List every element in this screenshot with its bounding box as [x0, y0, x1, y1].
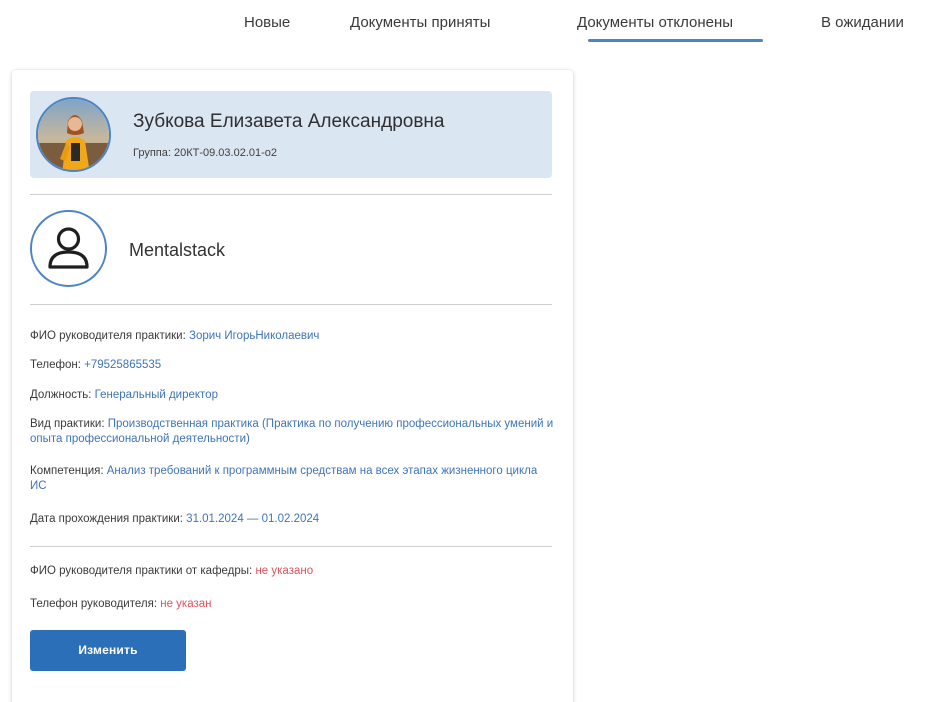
tab-accepted[interactable]: Документы приняты [350, 14, 490, 31]
supervisor-row: ФИО руководителя практики: Зорич ИгорьНи… [30, 329, 555, 344]
missing-value: не указано [255, 565, 314, 577]
student-group: Группа: 20КТ-09.03.02.01-о2 [133, 147, 277, 159]
detail-value: 31.01.2024 — 01.02.2024 [186, 513, 320, 525]
company-avatar [30, 210, 107, 287]
competence-row: Компетенция: Анализ требований к програм… [30, 464, 555, 494]
detail-label: Телефон: [30, 359, 81, 371]
detail-label: Должность: [30, 389, 92, 401]
department-supervisor-row: ФИО руководителя практики от кафедры: не… [30, 564, 555, 579]
department-phone-row: Телефон руководителя: не указан [30, 597, 555, 612]
phone-row: Телефон: +79525865535 [30, 358, 555, 373]
tab-new[interactable]: Новые [244, 14, 290, 31]
detail-label: Компетенция: [30, 465, 104, 477]
group-value: 20КТ-09.03.02.01-о2 [173, 147, 278, 159]
detail-value: Генеральный директор [94, 389, 218, 401]
student-photo-icon [38, 99, 109, 170]
tab-rejected[interactable]: Документы отклонены [577, 14, 733, 31]
edit-button[interactable]: Изменить [30, 630, 186, 671]
tab-pending[interactable]: В ожидании [821, 14, 904, 31]
practice-type-row: Вид практики: Производственная практика … [30, 417, 555, 447]
detail-label: ФИО руководителя практики от кафедры: [30, 565, 253, 577]
detail-value: +79525865535 [84, 359, 162, 371]
divider [30, 546, 552, 547]
detail-label: Телефон руководителя: [30, 598, 158, 610]
page: Новые Документы приняты Документы отклон… [0, 0, 926, 702]
detail-value: Производственная практика (Практика по п… [30, 418, 554, 445]
company-name: Mentalstack [129, 240, 226, 260]
detail-value: Зорич ИгорьНиколаевич [189, 330, 320, 342]
position-row: Должность: Генеральный директор [30, 388, 555, 403]
dates-row: Дата прохождения практики: 31.01.2024 — … [30, 512, 555, 527]
group-label: Группа: [133, 147, 171, 159]
divider [30, 304, 552, 305]
status-tabs: Новые Документы приняты Документы отклон… [0, 0, 926, 48]
detail-label: Вид практики: [30, 418, 105, 430]
practice-card: Зубкова Елизавета Александровна Группа: … [12, 70, 573, 702]
student-name: Зубкова Елизавета Александровна [133, 111, 445, 132]
detail-label: ФИО руководителя практики: [30, 330, 186, 342]
student-header: Зубкова Елизавета Александровна Группа: … [30, 91, 552, 178]
active-tab-indicator [588, 39, 763, 42]
user-icon [48, 227, 89, 269]
detail-value: Анализ требований к программным средства… [30, 465, 538, 492]
detail-label: Дата прохождения практики: [30, 513, 183, 525]
divider [30, 194, 552, 195]
missing-value: не указан [160, 598, 212, 610]
student-avatar [36, 97, 111, 172]
